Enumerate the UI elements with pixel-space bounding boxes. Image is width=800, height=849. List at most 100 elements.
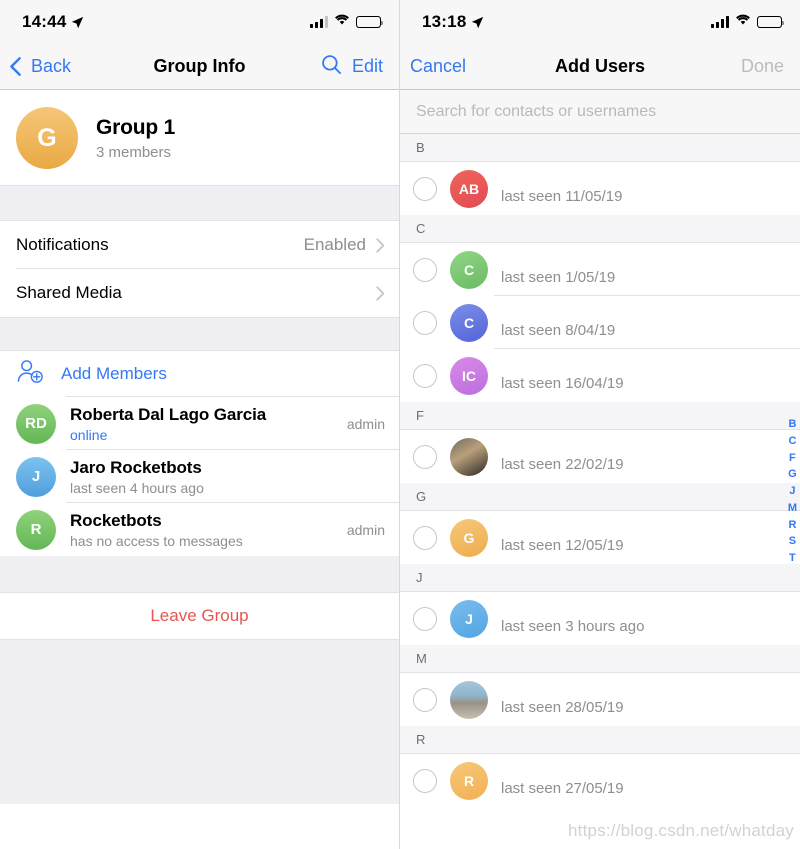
contact-checkbox[interactable] [413,310,437,335]
add-users-panel: 13:18 Cancel Add Users Done Search for c… [400,0,800,849]
alpha-index-letter[interactable]: R [788,519,796,533]
member-text: Rocketbots has no access to messages [70,511,243,549]
contact-row[interactable]: AB last seen 11/05/19 [400,162,800,215]
contact-avatar: C [450,303,488,342]
location-arrow-icon [471,16,484,29]
search-bar[interactable] [400,90,800,134]
contact-checkbox[interactable] [413,176,437,201]
member-left: R Rocketbots has no access to messages [16,509,243,550]
battery-icon [356,16,384,28]
done-button[interactable]: Done [741,56,784,77]
member-avatar-initials: RD [25,415,47,432]
leave-group-label: Leave Group [150,606,249,625]
group-member-count: 3 members [96,143,172,161]
member-row[interactable]: R Rocketbots has no access to messages admi… [0,503,399,556]
contact-checkbox[interactable] [413,363,437,388]
contact-row[interactable]: Jlast seen 3 hours ago [400,592,800,645]
contact-avatar-initials: G [463,529,475,546]
notifications-label: Notifications [16,235,109,254]
contact-avatar-initials: J [465,610,473,627]
contact-row[interactable]: Clast seen 8/04/19 [400,296,800,349]
contact-row[interactable]: Glast seen 12/05/19 [400,511,800,564]
add-person-icon [16,359,45,389]
contact-status: last seen 16/04/19 [501,374,624,392]
nav-left-actions: Cancel [410,56,466,77]
alpha-index-letter[interactable]: S [789,535,796,549]
alpha-index-letter[interactable]: M [788,502,797,516]
settings-row-shared-media[interactable]: Shared Media [0,269,399,317]
wifi-icon [735,13,751,31]
contact-name [501,254,800,255]
contact-status: last seen 8/04/19 [501,321,616,339]
nav-back-group[interactable]: Back [10,56,71,77]
section-header: F [400,402,800,430]
group-header-row[interactable]: G Group 1 3 members [0,90,399,186]
alphabet-index[interactable]: BCFGJMRST [788,418,797,566]
alpha-index-letter[interactable]: B [788,418,796,432]
member-left: J Jaro Rocketbots last seen 4 hours ago [16,456,204,497]
alpha-index-letter[interactable]: T [789,552,796,566]
divider [0,185,399,186]
contact-row[interactable]: last seen 28/05/19 [400,673,800,726]
chevron-left-icon [10,57,21,76]
alpha-index-letter[interactable]: J [789,485,795,499]
contact-name [501,765,800,766]
alpha-index-letter[interactable]: F [789,452,796,466]
members-section: Add Members RD Roberta Dal Lago Garcia onl… [0,351,399,556]
member-avatar-initials: J [31,468,41,485]
dual-phone-screenshot: 14:44 Back Group Info Edit G Group 1 3 m… [0,0,800,849]
contact-text: last seen 12/05/19 [501,522,800,554]
contact-text: last seen 27/05/19 [501,765,800,797]
contact-avatar: J [450,599,488,638]
contact-checkbox[interactable] [413,687,437,712]
status-bar-left-cluster: 14:44 [22,12,84,32]
add-members-row[interactable]: Add Members [0,351,399,397]
section-gap [0,186,399,220]
alpha-index-letter[interactable]: G [788,468,797,482]
chevron-right-icon [376,237,385,253]
member-name: Rocketbots [70,510,162,530]
contact-checkbox[interactable] [413,768,437,793]
contact-checkbox[interactable] [413,257,437,282]
contact-list: B AB last seen 11/05/19 C Clast seen 1/05/19… [400,134,800,807]
search-icon[interactable] [321,54,342,80]
settings-row-notifications[interactable]: Notifications Enabled [0,221,399,269]
alpha-index-letter[interactable]: C [788,435,796,449]
contact-name [501,522,800,523]
contact-row[interactable]: IC last seen 16/04/19 [400,349,800,402]
contact-checkbox[interactable] [413,444,437,469]
leave-group-section: Leave Group [0,593,399,639]
member-text: Roberta Dal Lago Garcia online [70,405,266,443]
contact-text: last seen 22/02/19 [501,441,800,473]
status-bar-left: 14:44 [0,0,399,44]
edit-button[interactable]: Edit [352,56,383,77]
contact-row[interactable]: Clast seen 1/05/19 [400,243,800,296]
status-bar-right: 13:18 [400,0,800,44]
contact-name [501,360,800,361]
signal-icon [711,16,729,28]
contact-checkbox[interactable] [413,525,437,550]
contact-name [501,684,800,685]
contact-status: last seen 11/05/19 [501,187,623,205]
contact-status: last seen 12/05/19 [501,536,624,554]
contact-row[interactable]: last seen 22/02/19 [400,430,800,483]
contact-row[interactable]: Rlast seen 27/05/19 [400,754,800,807]
member-row[interactable]: RD Roberta Dal Lago Garcia online admin [0,397,399,450]
leave-group-row[interactable]: Leave Group [0,593,399,639]
wifi-icon [334,13,350,31]
shared-media-value-group [366,285,385,301]
member-avatar: J [16,456,56,497]
contact-name [501,603,800,604]
member-row[interactable]: J Jaro Rocketbots last seen 4 hours ago [0,450,399,503]
member-avatar: R [16,509,56,550]
group-meta: Group 1 3 members [96,116,175,161]
search-input[interactable] [416,102,784,121]
contact-checkbox[interactable] [413,606,437,631]
contact-name [501,441,800,442]
cancel-button[interactable]: Cancel [410,56,466,77]
section-gap [0,317,399,351]
back-button-label[interactable]: Back [31,56,71,77]
section-header: C [400,215,800,243]
group-header-section: G Group 1 3 members [0,90,399,186]
contact-avatar-initials: C [463,314,475,331]
